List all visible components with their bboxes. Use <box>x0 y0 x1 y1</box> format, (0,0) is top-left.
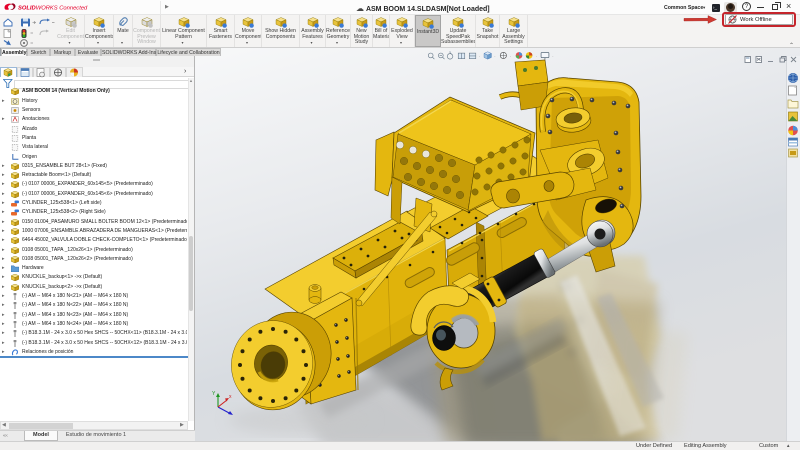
svg-text:·: · <box>552 53 554 58</box>
svg-text:·: · <box>479 53 481 58</box>
svg-text:·: · <box>510 53 512 58</box>
svg-text:SOLIDWORKS Connected: SOLIDWORKS Connected <box>18 6 88 12</box>
svg-text:·: · <box>536 53 538 58</box>
svg-text:·: · <box>494 53 496 58</box>
